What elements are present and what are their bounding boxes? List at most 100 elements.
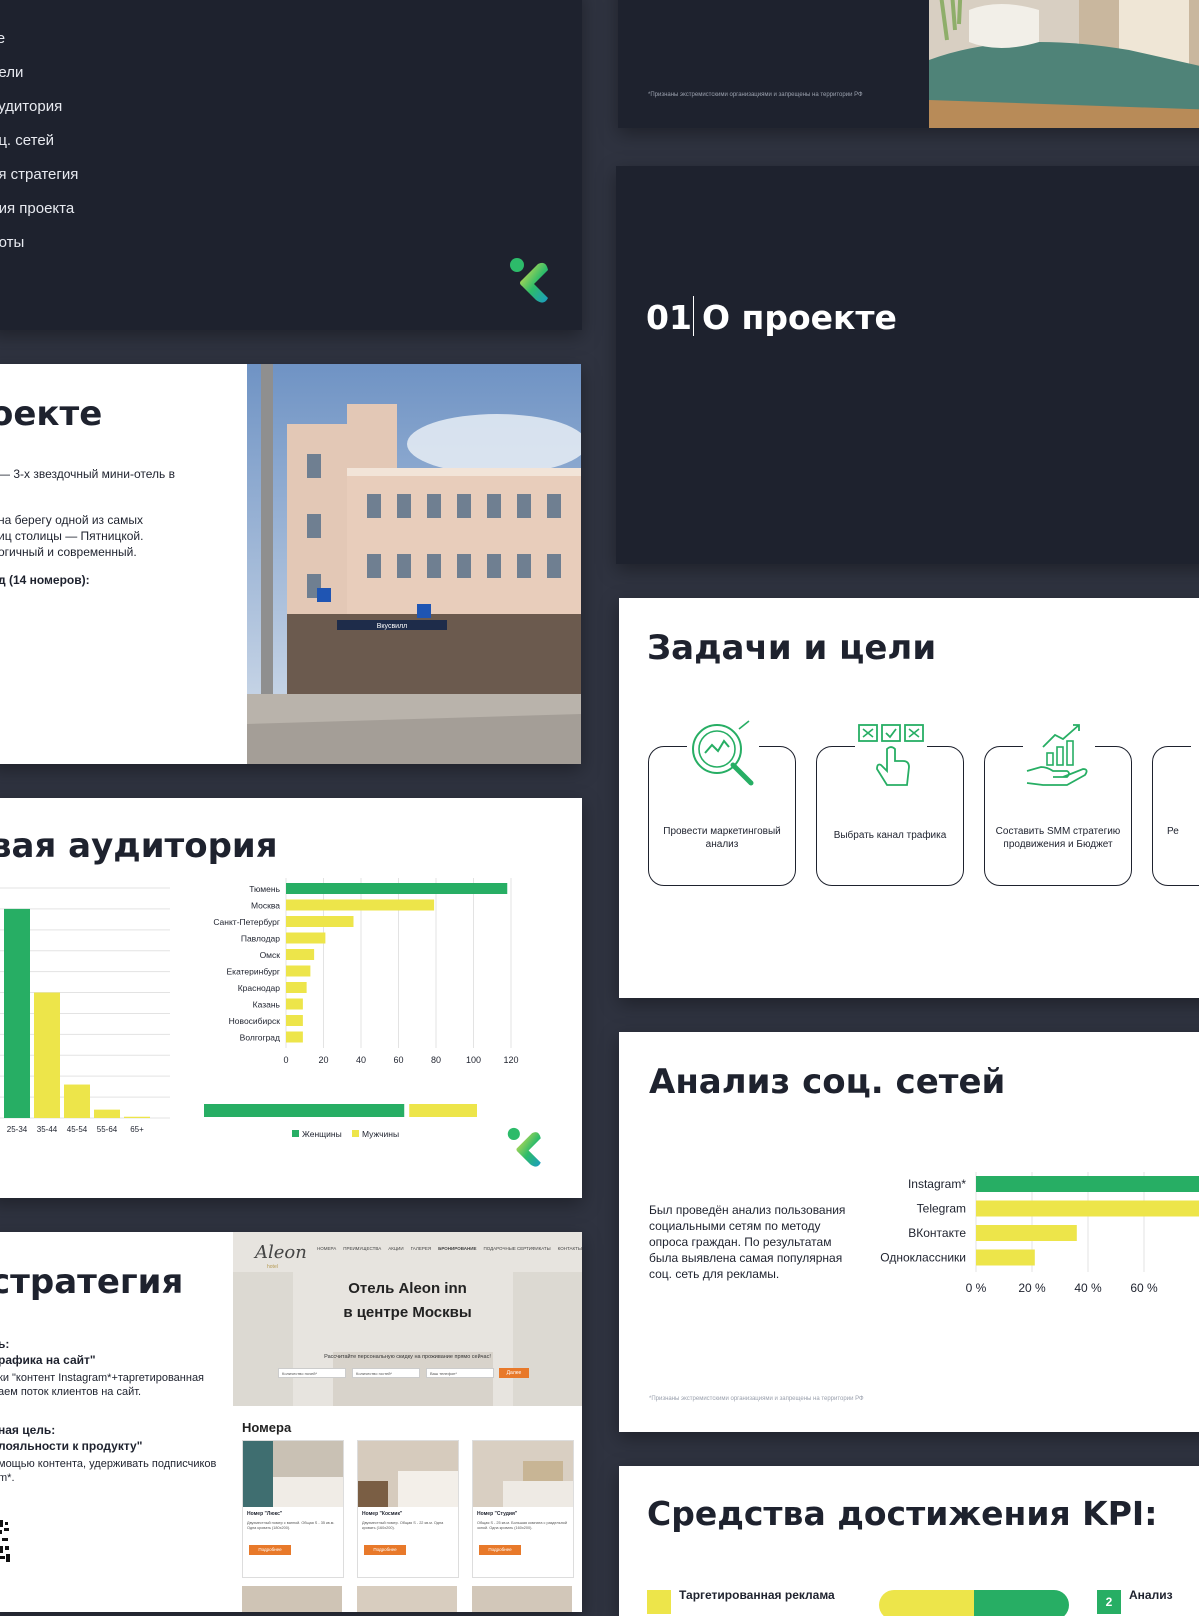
goal-card[interactable]: Провести маркетинговый анализ (648, 719, 796, 886)
social-label: ВКонтакте (908, 1226, 966, 1240)
about-text: огичный и современный. (0, 545, 137, 559)
goal-card[interactable]: Ре (1152, 719, 1199, 886)
legend-label: Мужчины (362, 1129, 399, 1139)
city-label: Новосибирск (229, 1016, 281, 1026)
goals-slide[interactable]: Задачи и цели Провести маркетинговый ана… (619, 598, 1199, 998)
strategy-slide[interactable]: стратегия ь: рафика на сайт" ки "контент… (0, 1232, 582, 1612)
guests-select[interactable]: Количество гостей* (352, 1368, 420, 1378)
x-tick-label: 60 (393, 1055, 403, 1065)
goal-card[interactable]: Выбрать канал трафика (816, 719, 964, 886)
room-card[interactable]: Номер "Космик" Двухместный номер. Общая … (357, 1440, 459, 1578)
room-card[interactable]: Номер "Люкс" Двухместный номер с ванной.… (242, 1440, 344, 1578)
nav-link[interactable]: БРОНИРОВАНИЕ (438, 1246, 476, 1251)
toc-item[interactable]: боты (0, 234, 24, 251)
city-bar (286, 916, 354, 927)
section-number: 01 (646, 298, 692, 337)
age-bar (4, 908, 30, 1118)
contents-slide[interactable]: те цели аудитория оц. сетей ая стратегия… (0, 0, 582, 330)
toc-item[interactable]: цели (0, 64, 23, 81)
age-tick-label: 25-34 (7, 1125, 28, 1134)
hand-checkbox-icon (855, 719, 927, 791)
hero-title-line: в центре Москвы (343, 1304, 472, 1321)
x-tick-label: 20 % (1018, 1281, 1046, 1295)
city-bar (286, 965, 311, 977)
social-label: Instagram* (908, 1177, 966, 1191)
x-tick-label: 60 % (1130, 1281, 1158, 1295)
room-details-button[interactable]: Подробнее (479, 1545, 521, 1555)
section-slide[interactable]: 01 О проекте (616, 166, 1199, 564)
social-text-line: социальными сетям по методу (649, 1219, 821, 1233)
social-slide[interactable]: Анализ соц. сетей Был проведён анализ по… (619, 1032, 1199, 1432)
toc-item[interactable]: оц. сетей (0, 132, 54, 149)
room-details-button[interactable]: Подробнее (364, 1545, 406, 1555)
hero-section: Aleon hotel НОМЕРА ПРЕИМУЩЕСТВА АКЦИИ ГА… (233, 1232, 582, 1406)
phone-input[interactable]: Ваш телефон* (426, 1368, 494, 1378)
x-tick-label: 0 (283, 1055, 288, 1065)
about-text: — 3-х звездочный мини-отель в (0, 467, 175, 481)
social-text: Был проведён анализ пользования социальн… (649, 1202, 845, 1282)
kpi-number-badge (647, 1590, 671, 1614)
footnote: *Признаны экстремистскими организациями … (648, 92, 863, 98)
audience-slide[interactable]: вая аудитория 2425-3435-4445-5455-6465+ … (0, 798, 582, 1198)
goal-title: рафика на сайт" (0, 1353, 96, 1367)
legend-swatch (292, 1130, 299, 1137)
site-logo[interactable]: Aleon (255, 1242, 307, 1263)
city-label: Краснодар (238, 983, 281, 993)
slide-title: Анализ соц. сетей (649, 1062, 1006, 1102)
bedroom-slide[interactable]: *Признаны экстремистскими организациями … (618, 0, 1199, 128)
city-bar (286, 883, 508, 894)
gender-bar-chart: Женщины Мужчины (204, 1104, 477, 1139)
site-nav: НОМЕРА ПРЕИМУЩЕСТВА АКЦИИ ГАЛЕРЕЯ БРОНИР… (317, 1246, 582, 1251)
room-photo (473, 1441, 573, 1507)
goal-card[interactable]: Составить SMM стратегию продвижения и Бю… (984, 719, 1132, 886)
room-card-partial (357, 1586, 457, 1612)
agency-logo-icon (510, 258, 548, 303)
submit-button[interactable]: Далее (499, 1368, 529, 1378)
city-label: Екатеринбург (227, 967, 280, 977)
hero-title-line: Отель Aleon inn (348, 1280, 467, 1297)
x-tick-label: 0 % (966, 1281, 987, 1295)
nav-link[interactable]: ПОДАРОЧНЫЕ СЕРТИФИКАТЫ (483, 1246, 550, 1251)
nav-link[interactable]: НОМЕРА (317, 1246, 336, 1251)
qr-code-icon (0, 1520, 12, 1564)
toc-item[interactable]: ая стратегия (0, 166, 78, 183)
kpi-slide[interactable]: Средства достижения KPI: Таргетированная… (619, 1466, 1199, 1616)
city-label: Волгоград (240, 1033, 280, 1043)
x-tick-label: 40 (356, 1055, 366, 1065)
city-bar-chart: 0 20 40 60 80 100 120 Тюмень Москва Санкт-Петербу… (213, 878, 519, 1065)
room-desc: Двухместный номер. Общая S - 22 кв.м. Од… (362, 1521, 444, 1530)
city-bar (286, 1015, 303, 1026)
nav-link[interactable]: ПРЕИМУЩЕСТВА (343, 1246, 381, 1251)
social-bar (976, 1249, 1035, 1266)
about-text: иц столицы — Пятницкой. (0, 529, 144, 543)
toc-item[interactable]: ция проекта (0, 200, 74, 217)
room-name: Номер "Космик" (362, 1511, 403, 1517)
goal-label: Провести маркетинговый анализ (663, 826, 781, 850)
room-card[interactable]: Номер "Студия" Общая S - 25 кв.м. Больша… (472, 1440, 574, 1578)
goal-text: мощью контента, удерживать подписчиков (0, 1458, 217, 1470)
hotel-building-photo: Вкусвилл (247, 364, 581, 764)
x-tick-label: 80 (431, 1055, 441, 1065)
nav-link[interactable]: КОНТАКТЫ (558, 1246, 582, 1251)
toc-item[interactable]: аудитория (0, 98, 62, 115)
kpi-item: Таргетированная реклама (679, 1588, 835, 1602)
legend-swatch (352, 1130, 359, 1137)
nav-link[interactable]: АКЦИИ (388, 1246, 403, 1251)
social-text-line: опроса граждан. По результатам (649, 1235, 832, 1249)
goal-title: лояльности к продукту" (0, 1439, 143, 1453)
nav-link[interactable]: ГАЛЕРЕЯ (411, 1246, 431, 1251)
social-bar (976, 1200, 1199, 1217)
social-text-line: Был проведён анализ пользования (649, 1203, 846, 1217)
toc-item[interactable]: те (0, 30, 5, 47)
website-mockup[interactable]: Aleon hotel НОМЕРА ПРЕИМУЩЕСТВА АКЦИИ ГА… (233, 1232, 582, 1612)
room-photo (358, 1441, 458, 1507)
about-slide[interactable]: оекте — 3-х звездочный мини-отель в на б… (0, 364, 581, 764)
age-bar (94, 1109, 120, 1118)
nights-select[interactable]: Количество ночей* (278, 1368, 346, 1378)
section-divider (693, 296, 694, 336)
room-name: Номер "Люкс" (247, 1511, 283, 1517)
hand-growth-chart-icon (1023, 719, 1095, 791)
room-details-button[interactable]: Подробнее (249, 1545, 291, 1555)
age-bar (34, 992, 60, 1118)
goal-text: m*. (0, 1472, 15, 1484)
